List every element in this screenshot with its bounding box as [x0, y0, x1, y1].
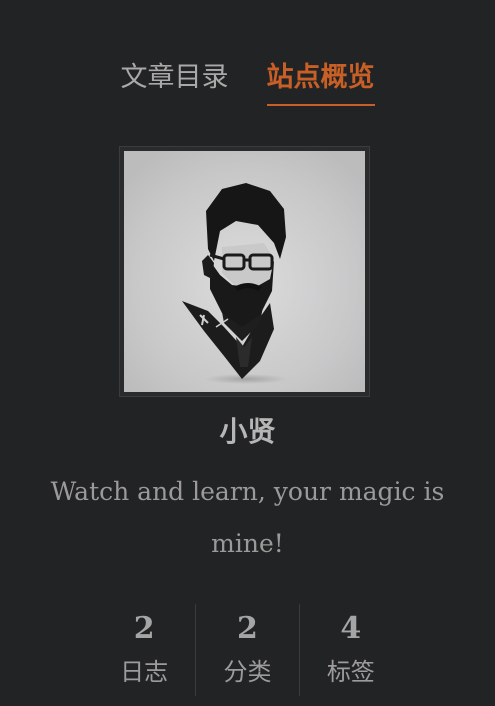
site-stats: 2 日志 2 分类 4 标签 [93, 604, 402, 696]
stat-categories[interactable]: 2 分类 [195, 604, 298, 696]
stat-label: 分类 [223, 658, 272, 686]
stat-posts[interactable]: 2 日志 [93, 604, 195, 696]
tab-overview[interactable]: 站点概览 [266, 58, 375, 106]
stat-label: 标签 [326, 658, 375, 686]
stat-count: 2 [133, 611, 155, 646]
stat-label: 日志 [120, 658, 169, 686]
stat-count: 2 [237, 611, 258, 646]
author-description: Watch and learn, your magic is mine! [50, 477, 445, 558]
stat-count: 4 [340, 611, 362, 646]
author-name: 小贤 [219, 415, 276, 448]
tab-toc[interactable]: 文章目录 [121, 58, 229, 106]
sidebar-tabs: 文章目录 站点概览 [0, 58, 495, 106]
avatar [124, 151, 365, 392]
stat-tags[interactable]: 4 标签 [298, 604, 402, 696]
author-avatar-frame [119, 146, 370, 397]
